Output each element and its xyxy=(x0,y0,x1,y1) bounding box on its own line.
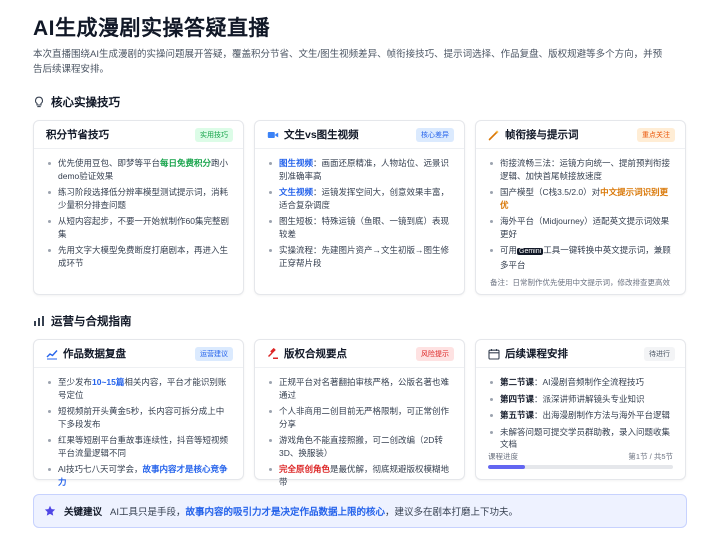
item-list: 第二节课：AI漫剧音频制作全流程技巧 第四节课：派深讲师讲解镜头专业知识 第五节课：… xyxy=(476,368,685,451)
lightbulb-icon xyxy=(33,96,45,108)
magic-wand-icon xyxy=(488,129,500,141)
progress-track xyxy=(488,465,673,469)
card-header: 积分节省技巧 实用技巧 xyxy=(34,121,243,149)
item-list: 衔接流畅三法：运镜方向统一、提前预判衔接逻辑、加快首尾帧接放速度 国产模型（C栈3… xyxy=(476,149,685,271)
list-item: 红果等短剧平台重故事连续性，抖音等短视频平台流量逻辑不同 xyxy=(48,434,231,459)
tip-text-before: AI工具只是手段， xyxy=(110,507,186,518)
gavel-icon xyxy=(267,347,279,360)
list-item: 游戏角色不能直接照搬，可二创改编（2D转3D、换服装） xyxy=(269,434,452,459)
section-heading-techniques: 核心实操技巧 xyxy=(33,94,687,110)
tip-highlight: 故事内容的吸引力才是决定作品数据上限的核心 xyxy=(185,507,386,518)
card-frame-and-prompt: 帧衔接与提示词 重点关注 衔接流畅三法：运镜方向统一、提前预判衔接逻辑、加快首尾… xyxy=(475,120,686,295)
highlight-text: 第五节课 xyxy=(500,410,535,420)
tag-badge: 运营建议 xyxy=(195,346,233,361)
list-item: 完全原创角色是最优解，彻底规避版权模糊地带 xyxy=(269,463,452,488)
section-title: 运营与合规指南 xyxy=(51,316,132,328)
card-title: 帧衔接与提示词 xyxy=(505,129,579,141)
item-list: 优先使用豆包、即梦等平台每日免费积分跑小demo验证效果 练习阶段选择低分辨率模型… xyxy=(34,149,243,269)
section-heading-operations: 运营与合规指南 xyxy=(33,313,687,329)
card-copyright: 版权合规要点 风险提示 正规平台对名著翻拍审核严格，公版名著也难通过 个人非商用二… xyxy=(254,339,465,487)
course-progress: 课程进度 第1节 / 共5节 xyxy=(488,451,673,469)
list-item: 练习阶段选择低分辨率模型测试提示词，消耗少量积分排查问题 xyxy=(48,186,231,211)
list-item: 海外平台（Midjourney）适配英文提示词效果更好 xyxy=(490,215,673,240)
card-header: 后续课程安排 待进行 xyxy=(476,340,685,368)
tag-badge: 核心差异 xyxy=(416,127,454,142)
list-item: 从短内容起步，不要一开始就制作60集完整剧集 xyxy=(48,215,231,240)
list-item: 第四节课：派深讲师讲解镜头专业知识 xyxy=(490,393,673,406)
list-item: 未解答问题可提交学员群助教，录入问题收集文档 xyxy=(490,426,673,451)
item-list: 图生视频：画面还原精准，人物站位、远景识别准确率高 文生视频：运镜发挥空间大，创意… xyxy=(255,149,464,269)
tag-badge: 实用技巧 xyxy=(195,127,233,142)
list-item: 图生短板：特殊运镜（鱼眼、一镜到底）表现较差 xyxy=(269,215,452,240)
card-course-schedule: 后续课程安排 待进行 第二节课：AI漫剧音频制作全流程技巧 第四节课：派深讲师讲解… xyxy=(475,339,686,480)
tip-text-after: ，建议多在剧本打磨上下功夫。 xyxy=(385,507,519,518)
list-item: 可用 Gemini 工具一键转换中英文提示词，兼顾多平台 xyxy=(490,244,673,271)
card-text-vs-image-video: 文生vs图生视频 核心差异 图生视频：画面还原精准，人物站位、远景识别准确率高文… xyxy=(254,120,465,295)
card-title: 后续课程安排 xyxy=(505,348,568,360)
bar-chart-icon xyxy=(33,315,45,327)
card-grid-operations: 作品数据复盘 运营建议 至少发布10~15篇相关内容，平台才能识别账号定位 短视频… xyxy=(33,339,687,487)
page-title: AI生成漫剧实操答疑直播 xyxy=(33,17,270,40)
card-header: 帧衔接与提示词 重点关注 xyxy=(476,121,685,149)
item-list: 至少发布10~15篇相关内容，平台才能识别账号定位 短视频前开头黄金5秒，长内容可… xyxy=(34,368,243,488)
list-item: 文生视频：运镜发挥空间大，创意效果丰富，适合复杂调度 xyxy=(269,186,452,211)
list-item: AI技巧七八天可学会，故事内容才是核心竞争力 xyxy=(48,463,231,488)
highlight-text: 图生视频 xyxy=(279,158,314,168)
card-header: 版权合规要点 风险提示 xyxy=(255,340,464,368)
tool-name-badge: Gemini xyxy=(517,248,544,255)
video-camera-icon xyxy=(267,129,279,141)
card-header: 文生vs图生视频 核心差异 xyxy=(255,121,464,149)
card-title: 版权合规要点 xyxy=(284,348,347,360)
highlight-text: 第四节课 xyxy=(500,393,535,404)
progress-label: 课程进度 xyxy=(488,452,518,461)
calendar-icon xyxy=(488,348,500,360)
highlight-text: 文生视频 xyxy=(279,187,314,197)
card-data-review: 作品数据复盘 运营建议 至少发布10~15篇相关内容，平台才能识别账号定位 短视频… xyxy=(33,339,244,487)
list-item: 正规平台对名著翻拍审核严格，公版名著也难通过 xyxy=(269,376,452,401)
tag-badge: 风险提示 xyxy=(416,346,454,361)
list-item: 图生视频：画面还原精准，人物站位、远景识别准确率高 xyxy=(269,157,452,182)
card-note: 备注：日常制作优先使用中文提示词，修改排查更高效 xyxy=(490,278,670,287)
section-title: 核心实操技巧 xyxy=(51,97,120,109)
highlight-text: 10~15篇 xyxy=(92,377,125,387)
tag-badge: 重点关注 xyxy=(637,127,675,142)
card-grid-techniques: 积分节省技巧 实用技巧 优先使用豆包、即梦等平台每日免费积分跑小demo验证效果… xyxy=(33,120,687,295)
list-item: 国产模型（C栈3.5/2.0）对中文提示词识别更优 xyxy=(490,186,673,211)
card-header: 作品数据复盘 运营建议 xyxy=(34,340,243,368)
item-list: 正规平台对名著翻拍审核严格，公版名著也难通过 个人非商用二创目前无严格限制，可正常… xyxy=(255,368,464,488)
card-title: 文生vs图生视频 xyxy=(284,129,359,141)
highlight-text: 每日免费积分 xyxy=(160,158,212,168)
list-item: 至少发布10~15篇相关内容，平台才能识别账号定位 xyxy=(48,376,231,401)
list-item: 第二节课：AI漫剧音频制作全流程技巧 xyxy=(490,376,673,389)
list-item: 实操流程：先建图片资产→文生初版→图生修正穿帮片段 xyxy=(269,244,452,269)
list-item: 衔接流畅三法：运镜方向统一、提前预判衔接逻辑、加快首尾帧接放速度 xyxy=(490,157,673,182)
card-title: 积分节省技巧 xyxy=(46,129,109,141)
highlight-text: 故事内容才是核心竞争力 xyxy=(58,464,228,487)
progress-fill xyxy=(488,465,525,469)
list-item: 第五节课：出海漫剧制作方法与海外平台逻辑 xyxy=(490,409,673,422)
highlight-text: 第二节课 xyxy=(500,377,535,387)
list-item: 优先使用豆包、即梦等平台每日免费积分跑小demo验证效果 xyxy=(48,157,231,182)
list-item: 先用文字大模型免费断度打磨剧本，再进入生成环节 xyxy=(48,244,231,269)
star-icon xyxy=(44,505,56,517)
list-item: 短视频前开头黄金5秒，长内容可拆分成上中下多段发布 xyxy=(48,405,231,430)
card-credit-saving: 积分节省技巧 实用技巧 优先使用豆包、即梦等平台每日免费积分跑小demo验证效果… xyxy=(33,120,244,295)
card-title: 作品数据复盘 xyxy=(63,348,126,360)
highlight-text: 完全原创角色 xyxy=(279,464,331,474)
list-item: 个人非商用二创目前无严格限制，可正常创作分享 xyxy=(269,405,452,430)
highlight-text: 中文提示词识别更优 xyxy=(500,187,669,210)
page: AI生成漫剧实操答疑直播 本次直播围绕AI生成漫剧的实操问题展开答疑，覆盖积分节… xyxy=(33,14,687,487)
trend-chart-icon xyxy=(46,348,58,360)
tag-badge: 待进行 xyxy=(644,346,675,361)
key-advice-banner: 关键建议 AI工具只是手段， 故事内容的吸引力才是决定作品数据上限的核心 ，建议… xyxy=(33,494,687,528)
page-description: 本次直播围绕AI生成漫剧的实操问题展开答疑，覆盖积分节省、文生/图生视频差异、帧… xyxy=(33,49,663,75)
progress-value: 第1节 / 共5节 xyxy=(628,452,673,461)
tip-label: 关键建议 xyxy=(64,507,103,518)
